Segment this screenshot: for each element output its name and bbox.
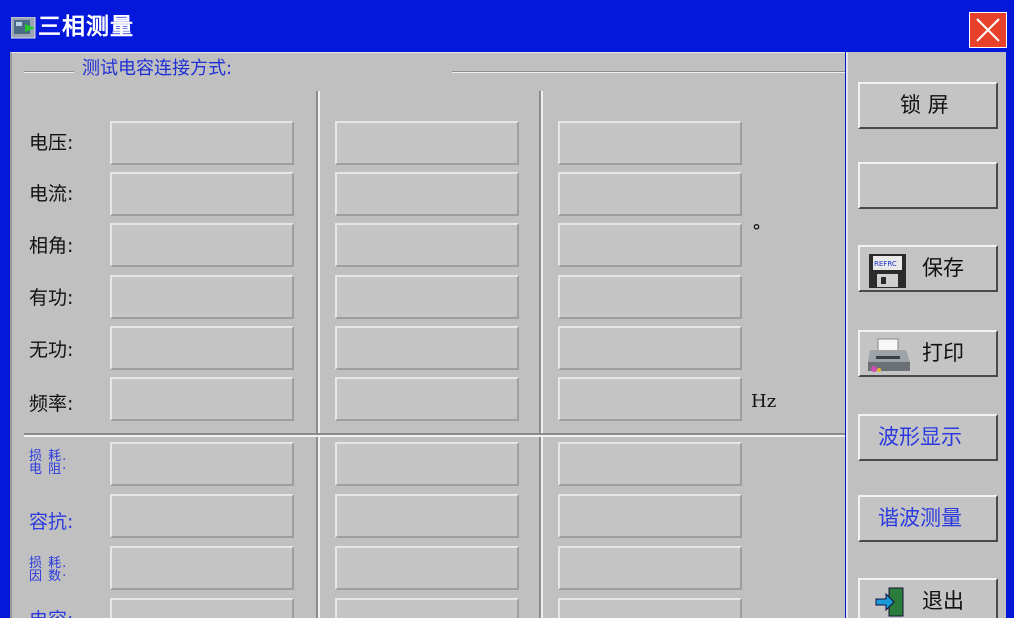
phase-b-loss-factor-field bbox=[335, 546, 519, 590]
capacitance-label: 电容: bbox=[29, 608, 73, 618]
exit-label: 退出 bbox=[922, 589, 964, 613]
phase-c-frequency-field bbox=[558, 377, 742, 421]
phase-c-active-power-field bbox=[558, 275, 742, 319]
phase-a-capacitance-field bbox=[110, 598, 294, 618]
save-label: 保存 bbox=[922, 256, 964, 280]
print-button[interactable]: 打印 bbox=[858, 330, 998, 377]
capacitive-reactance-label: 容抗: bbox=[29, 511, 74, 533]
phase-b-capacitance-field bbox=[335, 598, 519, 618]
phase-c-reactance-field bbox=[558, 494, 742, 538]
phase-a-voltage-field bbox=[110, 121, 294, 165]
section-separator bbox=[24, 433, 845, 437]
waveform-display-label: 波形显示 bbox=[878, 425, 962, 449]
column-separator bbox=[316, 91, 320, 618]
phase-a-angle-field bbox=[110, 223, 294, 267]
active-power-label: 有功: bbox=[29, 287, 74, 309]
phase-a-current-field bbox=[110, 172, 294, 216]
phase-a-loss-resistance-field bbox=[110, 442, 294, 486]
phase-a-reactance-field bbox=[110, 494, 294, 538]
group-border-left bbox=[24, 71, 74, 73]
column-separator bbox=[539, 91, 543, 618]
group-border-right bbox=[452, 71, 845, 73]
lock-screen-label: 锁 屏 bbox=[900, 93, 949, 117]
save-button[interactable]: REFRC 保存 bbox=[858, 245, 998, 292]
blank-button[interactable] bbox=[858, 162, 998, 209]
connection-mode-label: 测试电容连接方式: bbox=[82, 58, 233, 79]
phase-b-voltage-field bbox=[335, 121, 519, 165]
exit-door-icon bbox=[874, 585, 908, 618]
phase-angle-label: 相角: bbox=[29, 235, 74, 257]
phase-c-loss-resistance-field bbox=[558, 442, 742, 486]
current-label: 电流: bbox=[29, 183, 74, 205]
phase-b-angle-field bbox=[335, 223, 519, 267]
phase-b-loss-resistance-field bbox=[335, 442, 519, 486]
voltage-label: 电压: bbox=[29, 132, 74, 154]
floppy-label-text: REFRC bbox=[874, 260, 897, 268]
phase-a-active-power-field bbox=[110, 275, 294, 319]
reactive-power-label: 无功: bbox=[29, 339, 74, 361]
phase-b-reactive-power-field bbox=[335, 326, 519, 370]
phase-a-reactive-power-field bbox=[110, 326, 294, 370]
harmonic-measurement-label: 谐波测量 bbox=[878, 506, 962, 530]
harmonic-measurement-button[interactable]: 谐波测量 bbox=[858, 495, 998, 542]
loss-factor-label: 损 耗. 因 数· bbox=[29, 557, 67, 583]
phase-c-voltage-field bbox=[558, 121, 742, 165]
app-icon bbox=[10, 16, 36, 39]
phase-c-current-field bbox=[558, 172, 742, 216]
close-icon bbox=[976, 18, 1000, 42]
phase-b-active-power-field bbox=[335, 275, 519, 319]
loss-resistance-label-line2: 电 阻· bbox=[29, 462, 68, 477]
close-button[interactable] bbox=[969, 12, 1007, 48]
action-sidebar: 锁 屏 REFRC 保存 打印 波形显示 谐波测量 退出 bbox=[846, 52, 1006, 618]
frequency-label: 频率: bbox=[29, 393, 74, 415]
phase-c-reactive-power-field bbox=[558, 326, 742, 370]
printer-icon bbox=[866, 336, 912, 379]
loss-factor-label-line2: 因 数· bbox=[29, 569, 68, 584]
phase-b-current-field bbox=[335, 172, 519, 216]
loss-resistance-label: 损 耗. 电 阻· bbox=[29, 450, 67, 476]
measurement-panel: 测试电容连接方式: 电压: 电流: 相角: 有功: 无功: 频率: ° Hz 损… bbox=[10, 52, 845, 618]
print-label: 打印 bbox=[922, 341, 964, 365]
waveform-display-button[interactable]: 波形显示 bbox=[858, 414, 998, 461]
phase-a-frequency-field bbox=[110, 377, 294, 421]
phase-c-angle-field bbox=[558, 223, 742, 267]
phase-c-capacitance-field bbox=[558, 598, 742, 618]
hz-unit: Hz bbox=[751, 391, 777, 412]
window-title: 三相测量 bbox=[38, 14, 134, 40]
degree-unit: ° bbox=[752, 221, 761, 242]
title-bar: 三相测量 bbox=[0, 0, 1014, 52]
lock-screen-button[interactable]: 锁 屏 bbox=[858, 82, 998, 129]
phase-b-frequency-field bbox=[335, 377, 519, 421]
phase-b-reactance-field bbox=[335, 494, 519, 538]
floppy-disk-icon: REFRC bbox=[868, 253, 908, 294]
phase-c-loss-factor-field bbox=[558, 546, 742, 590]
phase-a-loss-factor-field bbox=[110, 546, 294, 590]
exit-button[interactable]: 退出 bbox=[858, 578, 998, 618]
